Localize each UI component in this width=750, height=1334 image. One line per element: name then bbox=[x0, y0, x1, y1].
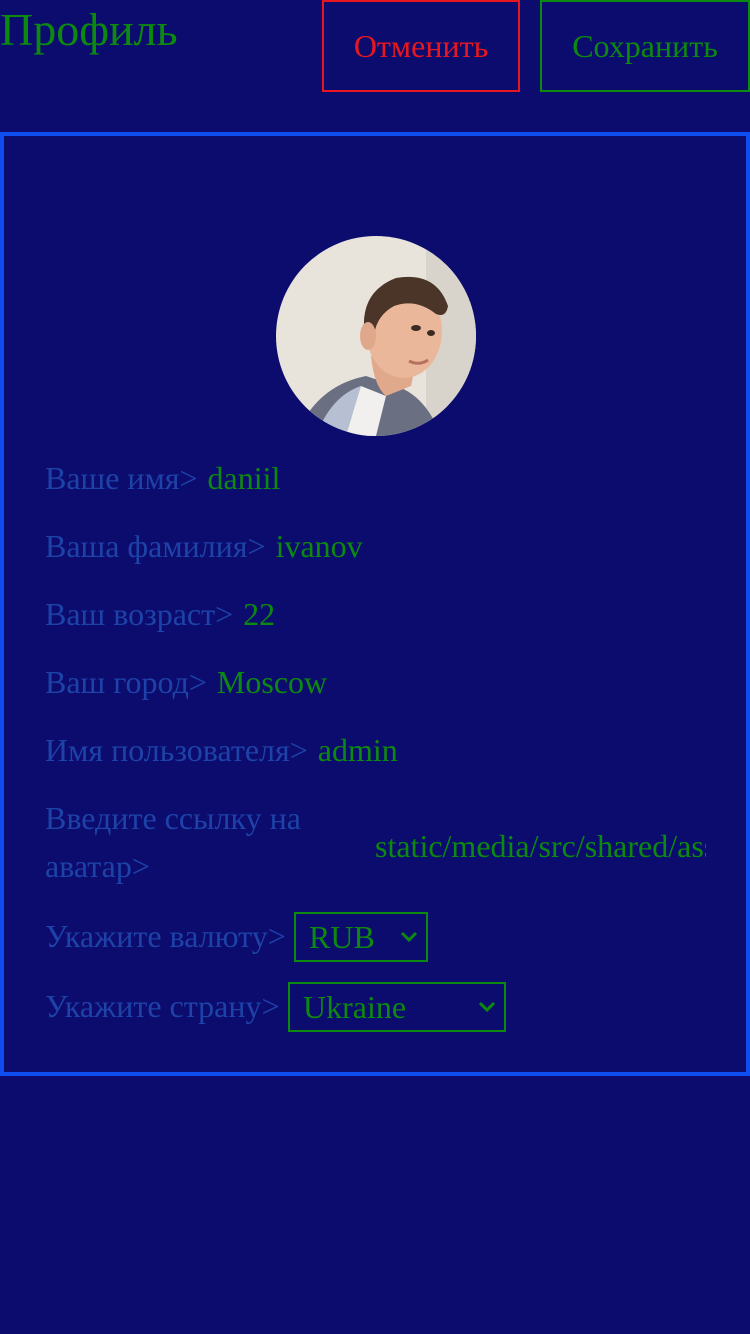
city-label: Ваш город> bbox=[45, 664, 207, 700]
username-value[interactable]: admin bbox=[318, 732, 398, 768]
last-name-label: Ваша фамилия> bbox=[45, 528, 266, 564]
currency-select[interactable]: RUB bbox=[294, 912, 428, 962]
username-label: Имя пользователя> bbox=[45, 732, 308, 768]
last-name-row: Ваша фамилия> ivanov bbox=[45, 522, 363, 570]
country-label: Укажите страну> bbox=[45, 988, 280, 1024]
chevron-down-icon bbox=[400, 914, 418, 960]
city-value[interactable]: Moscow bbox=[217, 664, 327, 700]
avatar-image bbox=[276, 236, 476, 436]
avatar bbox=[276, 236, 476, 436]
chevron-down-icon bbox=[478, 984, 496, 1030]
first-name-value[interactable]: daniil bbox=[208, 460, 281, 496]
age-row: Ваш возраст> 22 bbox=[45, 590, 275, 638]
avatar-url-input[interactable] bbox=[375, 822, 706, 870]
username-row: Имя пользователя> admin bbox=[45, 726, 398, 774]
profile-card: Ваше имя> daniil Ваша фамилия> ivanov Ваш … bbox=[0, 132, 750, 1076]
age-label: Ваш возраст> bbox=[45, 596, 234, 632]
age-value[interactable]: 22 bbox=[243, 596, 275, 632]
profile-page: Профиль Отменить Сохранить Ваше имя> dani bbox=[0, 0, 750, 1334]
save-button[interactable]: Сохранить bbox=[540, 0, 750, 92]
country-selected-value: Ukraine bbox=[303, 989, 407, 1025]
first-name-row: Ваше имя> daniil bbox=[45, 454, 280, 502]
first-name-label: Ваше имя> bbox=[45, 460, 198, 496]
country-select[interactable]: Ukraine bbox=[288, 982, 506, 1032]
cancel-button[interactable]: Отменить bbox=[322, 0, 520, 92]
currency-selected-value: RUB bbox=[309, 919, 375, 955]
currency-label: Укажите валюту> bbox=[45, 918, 286, 954]
page-title: Профиль bbox=[0, 4, 178, 55]
avatar-url-label: Введите ссылку на аватар> bbox=[45, 800, 301, 884]
last-name-value[interactable]: ivanov bbox=[276, 528, 363, 564]
header: Профиль Отменить Сохранить bbox=[0, 0, 750, 132]
city-row: Ваш город> Moscow bbox=[45, 658, 327, 706]
